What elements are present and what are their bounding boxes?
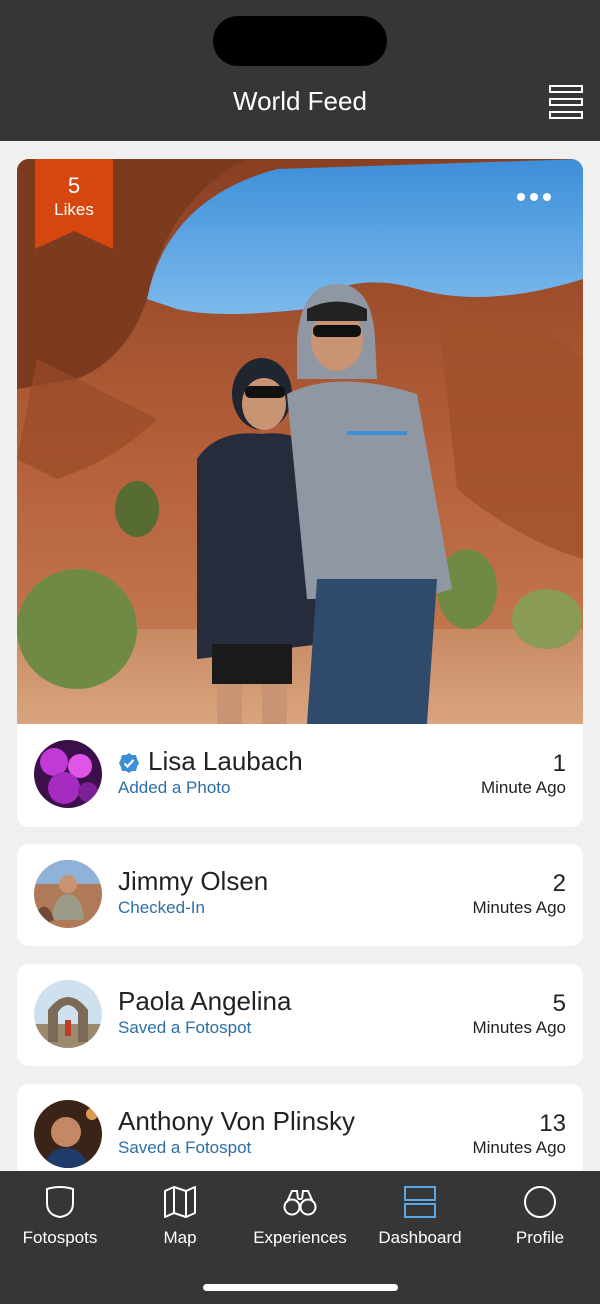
tab-experiences[interactable]: Experiences [240,1171,360,1261]
post-author-row[interactable]: Lisa Laubach Added a Photo 1 Minute Ago [17,724,583,826]
time-value: 5 [552,990,566,1017]
tab-profile[interactable]: Profile [480,1171,600,1261]
list-item[interactable]: Jimmy Olsen Checked-In 2 Minutes Ago [17,844,583,946]
page-title: World Feed [233,86,367,116]
time-value: 13 [539,1110,566,1137]
user-name[interactable]: Jimmy Olsen [118,866,268,897]
world-feed[interactable]: 5 Likes Lisa Laubach Added a Photo 1 Min… [0,141,600,1171]
tab-label: Fotospots [22,1228,98,1247]
tab-dashboard[interactable]: Dashboard [360,1171,480,1261]
tab-label: Profile [515,1228,565,1247]
tab-label: Experiences [253,1228,347,1247]
tab-label: Map [163,1228,197,1247]
time-value: 1 [552,750,566,777]
likes-count: 5 [67,173,81,198]
avatar[interactable] [34,740,102,808]
user-action: Saved a Fotospot [118,1018,252,1037]
more-dots-icon[interactable] [514,189,554,205]
time-unit: Minutes Ago [472,1018,566,1037]
author-name[interactable]: Lisa Laubach [148,746,303,777]
photo-post-card[interactable]: 5 Likes Lisa Laubach Added a Photo 1 Min… [17,159,583,827]
home-indicator[interactable] [203,1284,398,1291]
map-icon [164,1186,196,1218]
feed-entry[interactable]: Paola Angelina Saved a Fotospot 5 Minute… [17,964,583,1066]
profile-circle-icon [524,1186,556,1218]
avatar[interactable] [34,860,102,928]
shield-icon [46,1186,74,1219]
tab-fotospots[interactable]: Fotospots [0,1171,120,1261]
feed-entry[interactable]: Anthony Von Plinsky Saved a Fotospot 13 … [17,1084,583,1171]
tab-map[interactable]: Map [120,1171,240,1261]
user-name[interactable]: Anthony Von Plinsky [118,1106,355,1137]
user-name[interactable]: Paola Angelina [118,986,291,1017]
verified-badge-icon [119,753,139,773]
time-value: 2 [552,870,566,897]
binoculars-icon [283,1190,317,1216]
feed-entry[interactable]: Jimmy Olsen Checked-In 2 Minutes Ago [17,844,583,946]
avatar[interactable] [34,1100,102,1168]
list-item[interactable]: Paola Angelina Saved a Fotospot 5 Minute… [17,964,583,1066]
app-header: World Feed [0,0,600,141]
time-unit: Minutes Ago [472,1138,566,1157]
post-photo[interactable]: 5 Likes [17,159,583,724]
list-menu-icon[interactable] [549,85,583,119]
user-action: Checked-In [118,898,205,917]
dashboard-icon [404,1186,436,1218]
dynamic-island [213,16,387,66]
list-item[interactable]: Anthony Von Plinsky Saved a Fotospot 13 … [17,1084,583,1171]
user-action: Saved a Fotospot [118,1138,252,1157]
likes-label: Likes [54,200,94,219]
time-unit: Minute Ago [480,778,566,797]
tab-label: Dashboard [378,1228,462,1247]
time-unit: Minutes Ago [472,898,566,917]
avatar[interactable] [34,980,102,1048]
author-action: Added a Photo [118,778,231,797]
